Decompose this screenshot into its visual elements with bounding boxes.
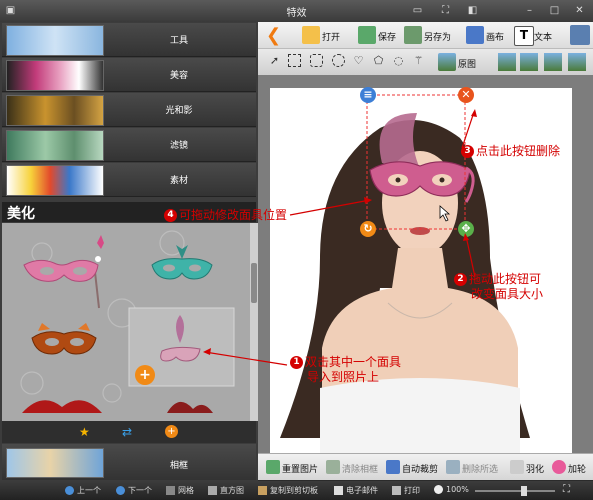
callout-number: 3 (461, 145, 474, 158)
callout-text: 点击此按钮删除 (476, 144, 561, 158)
next-button[interactable]: 下一个 (116, 485, 152, 496)
callout-text: 导入到照片上 (307, 370, 380, 384)
mail-icon (334, 486, 343, 495)
histogram-button[interactable]: 直方图 (208, 485, 244, 496)
grid-icon (166, 486, 175, 495)
annotation-arrows (203, 109, 477, 366)
callout-3: 3 点击此按钮删除 (461, 144, 560, 159)
callout-number: 4 (164, 209, 177, 222)
next-icon (116, 486, 125, 495)
zoom-icon (434, 485, 443, 494)
print-status-button[interactable]: 打印 (392, 485, 420, 496)
histogram-icon (208, 486, 217, 495)
prev-icon (65, 486, 74, 495)
callout-1: 1 双击其中一个面具 导入到照片上 (290, 355, 401, 385)
fit-icon[interactable]: ⛶ (563, 484, 575, 496)
callout-2: 2 拖动此按钮可 改变面具大小 (454, 272, 543, 302)
status-bar: 上一个 下一个 网格 直方图 复制到剪切板 电子邮件 打印 100% ⛶ (0, 481, 593, 500)
callout-text: 改变面具大小 (471, 287, 544, 301)
clipboard-icon (258, 486, 267, 495)
callout-text: 双击其中一个面具 (305, 355, 402, 369)
callout-number: 1 (290, 356, 303, 369)
prev-button[interactable]: 上一个 (65, 485, 101, 496)
zoom-slider-thumb[interactable] (521, 486, 527, 496)
callout-number: 2 (454, 273, 467, 286)
zoom-button[interactable]: 100% (434, 485, 469, 494)
copy-clipboard-button[interactable]: 复制到剪切板 (258, 485, 318, 496)
callout-4: 4 可拖动修改面具位置 (164, 208, 287, 223)
callout-text: 拖动此按钮可 (469, 272, 542, 286)
grid-button[interactable]: 网格 (166, 485, 194, 496)
callout-text: 可拖动修改面具位置 (179, 208, 288, 222)
email-button[interactable]: 电子邮件 (334, 485, 378, 496)
zoom-slider[interactable] (475, 490, 555, 492)
printer-icon (392, 486, 401, 495)
